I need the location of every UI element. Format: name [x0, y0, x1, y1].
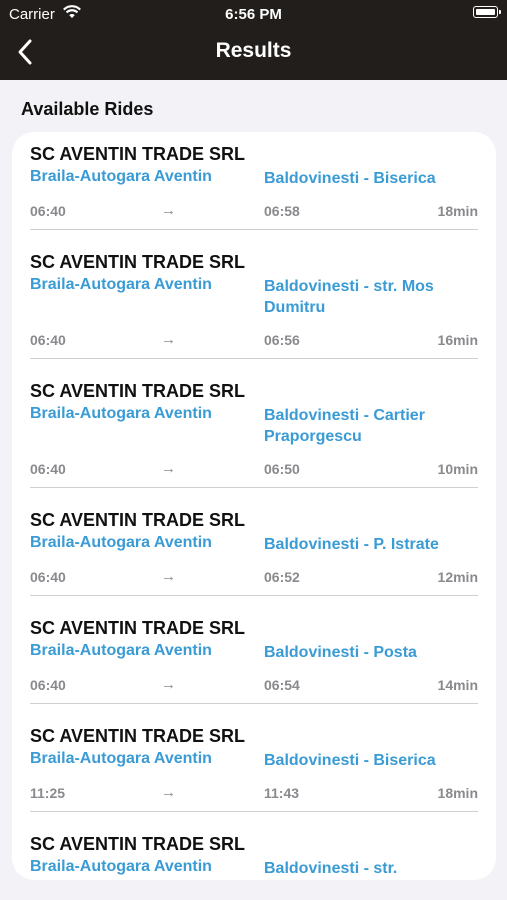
- arrow-icon: →: [161, 568, 176, 585]
- duration: 18min: [437, 203, 478, 219]
- arrival-time: 06:58: [264, 203, 300, 219]
- duration: 16min: [437, 332, 478, 348]
- arrival-time: 11:43: [264, 785, 300, 801]
- origin-stop: Braila-Autogara Aventin: [30, 750, 212, 767]
- company-name: SC AVENTIN TRADE SRL: [30, 381, 246, 401]
- divider: [30, 358, 478, 359]
- duration: 14min: [437, 677, 478, 693]
- divider: [30, 703, 478, 704]
- departure-time: 06:40: [30, 461, 66, 477]
- departure-time: 11:25: [30, 785, 66, 801]
- duration: 12min: [437, 569, 478, 585]
- duration: 18min: [437, 785, 478, 801]
- origin-stop: Braila-Autogara Aventin: [30, 642, 212, 659]
- battery-icon: [473, 6, 501, 18]
- company-name: SC AVENTIN TRADE SRL: [30, 252, 246, 272]
- origin-stop: Braila-Autogara Aventin: [30, 405, 212, 422]
- rides-list: SC AVENTIN TRADE SRL Braila-Autogara Ave…: [12, 132, 496, 880]
- company-name: SC AVENTIN TRADE SRL: [30, 618, 246, 638]
- divider: [30, 811, 478, 812]
- departure-time: 06:40: [30, 203, 66, 219]
- status-bar: Carrier 6:56 PM: [0, 0, 507, 28]
- origin-stop: Braila-Autogara Aventin: [30, 276, 212, 293]
- origin-stop: Braila-Autogara Aventin: [30, 534, 212, 551]
- clock: 6:56 PM: [225, 6, 282, 23]
- page-title: Results: [215, 39, 292, 62]
- destination-stop: Baldovinesti - Biserica: [264, 170, 436, 187]
- company-name: SC AVENTIN TRADE SRL: [30, 144, 246, 164]
- destination-stop: Baldovinesti - str. Mos Dumitru: [264, 278, 434, 316]
- arrow-icon: →: [161, 331, 176, 348]
- divider: [30, 229, 478, 230]
- destination-stop: Baldovinesti - Posta: [264, 644, 417, 661]
- destination-stop: Baldovinesti - P. Istrate: [264, 536, 439, 553]
- company-name: SC AVENTIN TRADE SRL: [30, 726, 246, 746]
- departure-time: 06:40: [30, 677, 66, 693]
- departure-time: 06:40: [30, 569, 66, 585]
- arrival-time: 06:54: [264, 677, 300, 693]
- arrival-time: 06:52: [264, 569, 300, 585]
- section-title: Available Rides: [21, 99, 154, 119]
- destination-stop: Baldovinesti - str.: [264, 860, 398, 877]
- arrival-time: 06:50: [264, 461, 300, 477]
- company-name: SC AVENTIN TRADE SRL: [30, 510, 246, 530]
- divider: [30, 595, 478, 596]
- destination-stop: Baldovinesti - Biserica: [264, 752, 436, 769]
- arrival-time: 06:56: [264, 332, 300, 348]
- departure-time: 06:40: [30, 332, 66, 348]
- navigation-bar: Carrier 6:56 PM Results: [0, 0, 507, 80]
- destination-stop: Baldovinesti - Cartier Praporgescu: [264, 407, 425, 445]
- duration: 10min: [437, 461, 478, 477]
- arrow-icon: →: [161, 784, 176, 801]
- arrow-icon: →: [161, 460, 176, 477]
- arrow-icon: →: [161, 676, 176, 693]
- divider: [30, 487, 478, 488]
- origin-stop: Braila-Autogara Aventin: [30, 858, 212, 875]
- arrow-icon: →: [161, 202, 176, 219]
- company-name: SC AVENTIN TRADE SRL: [30, 834, 246, 854]
- origin-stop: Braila-Autogara Aventin: [30, 168, 212, 185]
